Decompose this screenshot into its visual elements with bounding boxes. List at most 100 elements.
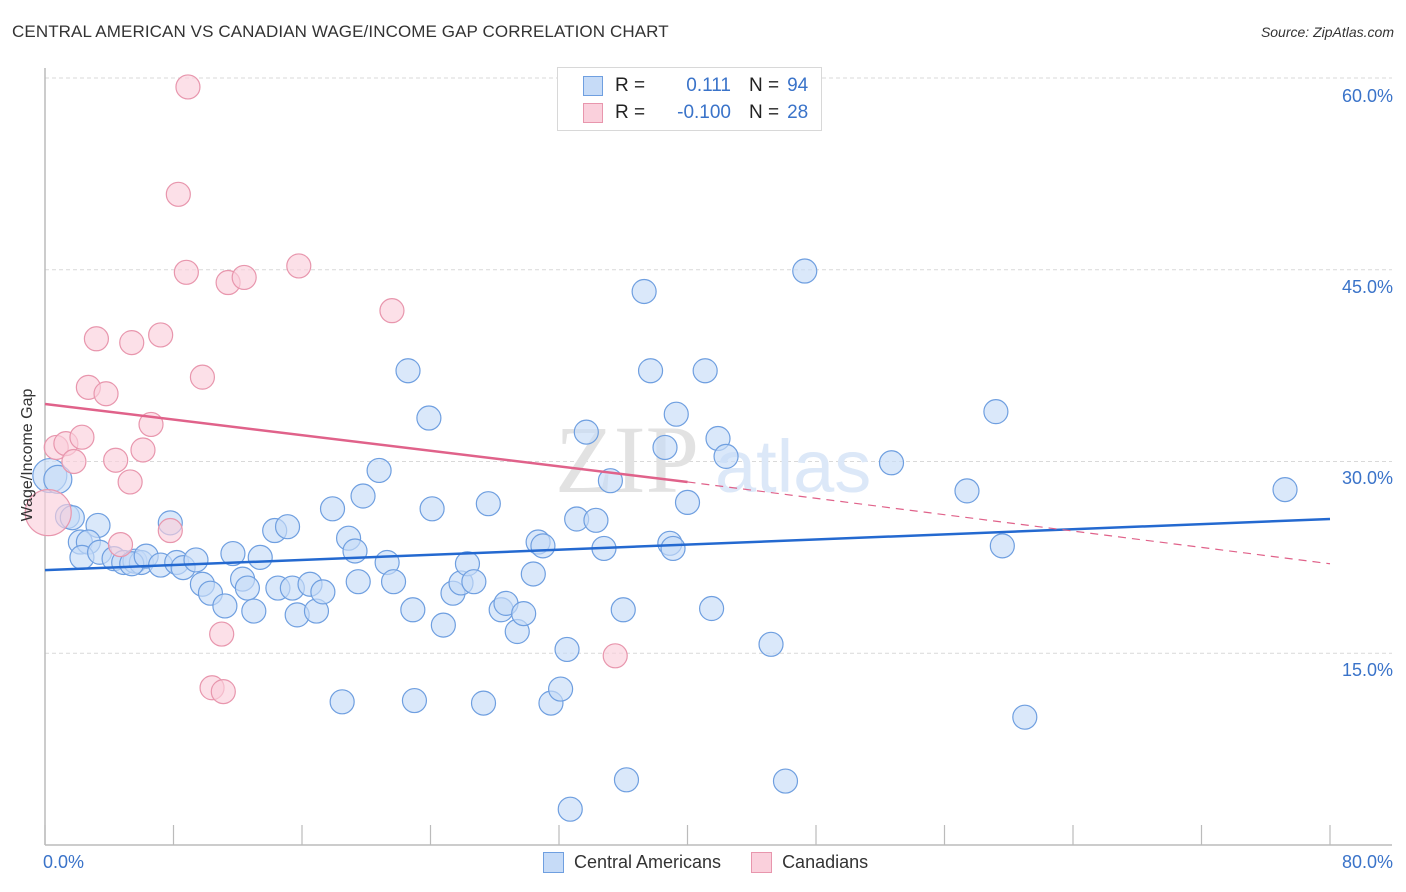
central-american-point (329, 689, 355, 715)
canadian-point (175, 74, 201, 100)
central-american-point (557, 796, 583, 822)
gridlines (45, 77, 1392, 654)
y-tick-label-30: 30.0% (1341, 468, 1393, 488)
blue-swatch-icon (583, 76, 603, 96)
central-american-point (274, 514, 301, 540)
central-american-point (652, 434, 678, 461)
central-american-point (613, 767, 640, 793)
central-american-point (247, 544, 273, 570)
central-american-point (631, 278, 657, 305)
legend-label: Central Americans (574, 852, 722, 872)
x-tick-label-max: 80.0% (1341, 852, 1393, 872)
canadian-point (157, 517, 183, 544)
canadian-point (103, 447, 129, 473)
canadian-point (148, 322, 174, 348)
central-american-point (310, 579, 336, 605)
canadian-point (119, 330, 145, 356)
central-american-point (554, 636, 580, 663)
legend-row-canadians: R = -0.100 N = 28 (583, 101, 808, 125)
central-american-point (345, 569, 371, 595)
central-american-point (234, 575, 260, 601)
central-american-point (461, 569, 487, 595)
r-value: 0.111 (686, 75, 731, 96)
central-american-point (674, 489, 701, 516)
central-american-point (548, 676, 574, 702)
series-central-americans (32, 258, 1298, 822)
r-label: R = (615, 102, 646, 123)
canadian-point (165, 181, 191, 207)
canadian-point (117, 469, 143, 495)
central-american-point (792, 258, 818, 284)
central-american-point (878, 450, 905, 476)
n-value: 94 (787, 75, 809, 96)
central-american-point (983, 399, 1009, 425)
canadian-point (379, 298, 405, 324)
legend-row-central-americans: R = 0.111 N = 94 (583, 74, 808, 98)
canadian-point (130, 437, 156, 463)
canadian-point (93, 381, 119, 407)
central-american-point (419, 496, 445, 522)
central-american-point (212, 593, 238, 619)
legend-label: Canadians (782, 852, 869, 872)
central-american-point (698, 595, 725, 622)
central-american-point (511, 601, 537, 627)
n-label: N = (749, 102, 780, 123)
central-american-point (530, 533, 556, 559)
correlation-legend: R = 0.111 N = 94 R = -0.100 N = 28 (557, 67, 822, 131)
watermark: ZIP atlas (555, 406, 871, 513)
central-american-point (520, 561, 546, 587)
y-tick-label-60: 60.0% (1341, 86, 1393, 106)
central-american-point (573, 419, 599, 445)
central-american-point (772, 768, 799, 794)
central-american-point (1272, 477, 1298, 503)
central-american-point (470, 690, 497, 716)
central-american-point (430, 612, 456, 638)
central-american-point (350, 483, 376, 509)
central-american-point (241, 598, 267, 624)
canadian-point (189, 364, 216, 390)
r-value: -0.100 (677, 102, 731, 123)
central-american-point (663, 401, 689, 427)
central-american-point (610, 597, 636, 623)
central-american-point (395, 358, 421, 384)
canadian-point (286, 253, 312, 279)
series-legend: Central Americans Canadians (543, 852, 898, 873)
central-american-point (416, 405, 442, 431)
central-american-point (366, 457, 392, 484)
canadian-point (602, 643, 628, 669)
central-american-point (637, 358, 664, 384)
x-tick-label-min: 0.0% (43, 852, 85, 872)
canadian-point (173, 259, 199, 285)
canadian-point (69, 424, 95, 450)
central-american-point (758, 631, 784, 657)
canadian-point (210, 678, 236, 705)
r-label: R = (615, 75, 646, 96)
blue-swatch-icon (543, 852, 564, 873)
central-american-point (183, 547, 209, 573)
y-axis-title: Wage/Income Gap (19, 388, 36, 522)
y-tick-label-45: 45.0% (1341, 277, 1393, 297)
central-american-point (380, 569, 407, 595)
central-american-point (692, 358, 718, 384)
central-american-point (400, 597, 426, 623)
central-american-point (319, 496, 346, 522)
n-value: 28 (787, 102, 809, 123)
watermark-atlas: atlas (715, 425, 871, 508)
legend-item-canadians[interactable]: Canadians (751, 852, 868, 873)
canadian-point (231, 264, 257, 291)
central-american-point (1012, 704, 1038, 730)
central-american-point (660, 535, 686, 562)
legend-item-central-americans[interactable]: Central Americans (543, 852, 721, 873)
canadian-point (107, 531, 134, 558)
central-american-point (583, 507, 609, 533)
pink-swatch-icon (583, 103, 603, 123)
pink-swatch-icon (751, 852, 773, 873)
central-american-point (713, 443, 739, 469)
central-american-point (989, 533, 1015, 559)
canadian-point (83, 326, 110, 352)
n-label: N = (749, 75, 780, 96)
scatter-plot: ZIP atlas (24, 68, 1392, 846)
central-american-point (401, 687, 428, 714)
central-american-point (475, 491, 501, 517)
y-tick-label-15: 15.0% (1341, 660, 1393, 680)
